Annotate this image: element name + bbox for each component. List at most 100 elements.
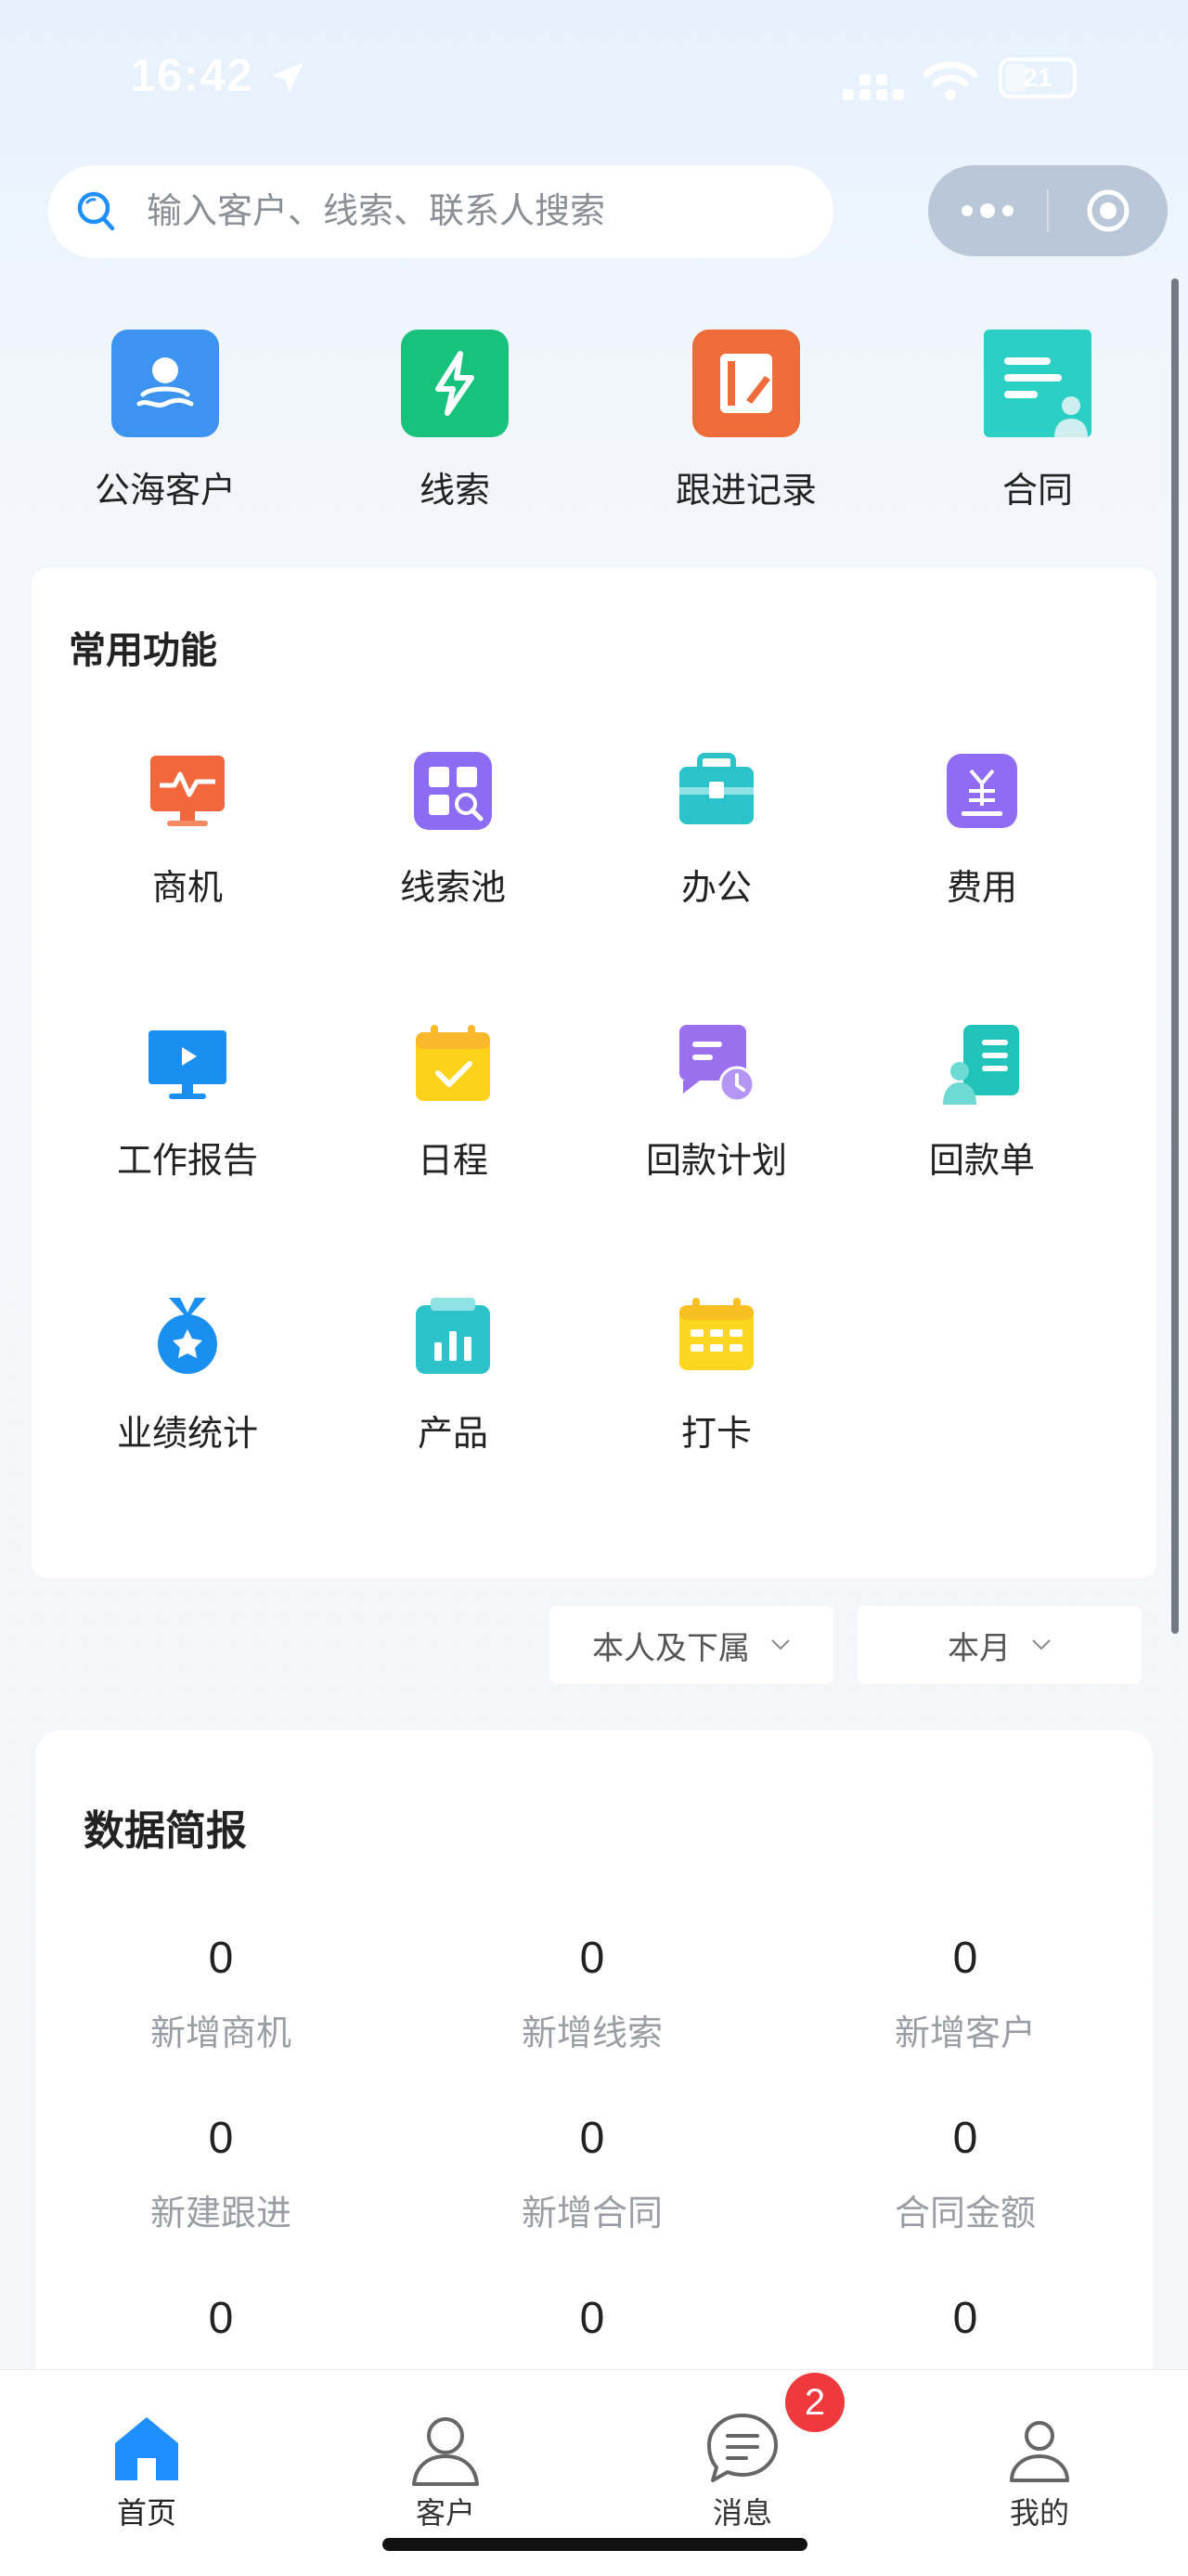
func-expense[interactable]: 费用 [889,750,1075,910]
quick-public-customer[interactable]: 公海客户 [72,330,258,512]
func-payment-receipt[interactable]: 回款单 [889,1023,1075,1183]
quick-label: 合同 [1001,472,1073,511]
signal-icon [843,74,904,100]
quick-leads[interactable]: 线索 [362,330,548,512]
stat-label: 新增合同 [521,2194,663,2233]
payment-receipt-icon [943,1025,1019,1105]
check-in-icon [679,1298,754,1370]
stat-value: 0 [579,1934,605,1983]
battery-indicator: 21 [999,58,1077,98]
func-schedule[interactable]: 日程 [360,1023,546,1183]
func-label: 办公 [680,869,752,908]
chevron-down-icon [1032,1639,1051,1650]
scrollbar[interactable] [1171,278,1179,1634]
payment-plan-icon [679,1025,755,1103]
stat-label: 新增商机 [149,2014,291,2053]
quick-follow-up[interactable]: 跟进记录 [653,330,839,512]
quick-label: 线索 [419,472,490,511]
stat-value: 0 [579,2294,605,2343]
func-label: 线索池 [399,869,506,908]
func-check-in[interactable]: 打卡 [624,1296,809,1456]
tab-label: 客户 [415,2496,475,2530]
scope-filter-value: 本人及下属 [592,1630,750,1666]
func-label: 费用 [946,869,1017,908]
close-mini-program-button[interactable] [1049,187,1168,235]
stat-item[interactable]: 0 [826,2293,1104,2344]
search-icon [77,191,115,231]
scope-filter-dropdown[interactable]: 本人及下属 [549,1606,833,1684]
period-filter-dropdown[interactable]: 本月 [858,1606,1142,1684]
medal-icon [158,1298,217,1374]
tab-label: 消息 [712,2496,772,2530]
quick-label: 公海客户 [94,472,236,511]
tab-customer[interactable]: 客户 [353,2410,538,2532]
tab-profile[interactable]: 我的 [947,2410,1132,2532]
func-label: 工作报告 [116,1142,258,1181]
stat-label: 新建跟进 [149,2194,291,2233]
stat-value: 0 [952,2114,978,2163]
stat-new-opportunities[interactable]: 0 新增商机 [82,1933,360,2055]
public-customer-icon [111,330,219,437]
search-input[interactable] [145,190,798,233]
stat-item[interactable]: 0 [453,2293,731,2344]
func-label: 产品 [417,1415,488,1454]
message-icon [707,2414,778,2482]
tab-label: 我的 [1009,2496,1069,2530]
stat-item[interactable]: 0 [82,2293,360,2344]
expense-icon [947,754,1017,828]
target-icon [1087,189,1130,232]
func-product[interactable]: 产品 [360,1296,546,1456]
stat-new-customers[interactable]: 0 新增客户 [826,1933,1104,2055]
business-chance-icon [150,756,225,826]
stat-value: 0 [208,2294,234,2343]
profile-icon [1010,2421,1069,2482]
home-indicator [382,2538,807,2551]
period-filter-value: 本月 [948,1630,1011,1666]
quick-contract[interactable]: 合同 [945,330,1130,512]
search-bar[interactable] [48,165,833,258]
chevron-down-icon [771,1639,790,1650]
func-office[interactable]: 办公 [624,750,809,910]
stat-new-follow-ups[interactable]: 0 新建跟进 [82,2113,360,2235]
stat-new-contracts[interactable]: 0 新增合同 [453,2113,731,2235]
schedule-icon [416,1025,490,1101]
func-business-chance[interactable]: 商机 [95,750,280,910]
stat-new-leads[interactable]: 0 新增线索 [453,1933,731,2055]
func-lead-pool[interactable]: 线索池 [360,750,546,910]
common-functions-title: 常用功能 [69,630,217,671]
stat-value: 0 [579,2114,605,2163]
stat-contract-amount[interactable]: 0 合同金额 [826,2113,1104,2235]
func-payment-plan[interactable]: 回款计划 [624,1023,809,1183]
func-label: 打卡 [680,1415,752,1454]
lead-pool-icon [414,752,492,830]
wifi-icon [923,61,978,100]
tab-home[interactable]: 首页 [54,2410,239,2532]
tab-label: 首页 [116,2496,176,2530]
stat-label: 新增客户 [894,2014,1036,2053]
stat-label: 合同金额 [894,2194,1036,2233]
stat-value: 0 [208,1934,234,1983]
more-button[interactable] [928,203,1047,218]
func-label: 回款单 [928,1142,1035,1181]
contract-icon [984,330,1091,437]
status-time: 16:42 [130,49,253,101]
func-label: 回款计划 [645,1142,787,1181]
notebook-icon [692,330,800,437]
message-count-badge: 2 [785,2373,845,2432]
stat-value: 0 [208,2114,234,2163]
data-report-title: 数据简报 [84,1808,247,1854]
home-icon [115,2417,178,2480]
briefcase-icon [679,753,754,824]
func-label: 业绩统计 [116,1415,258,1454]
func-work-report[interactable]: 工作报告 [95,1023,280,1183]
func-performance[interactable]: 业绩统计 [95,1296,280,1456]
lightning-icon [401,330,509,437]
battery-level: 21 [1023,63,1052,92]
product-icon [416,1298,490,1374]
stat-label: 新增线索 [521,2014,663,2053]
location-arrow-icon [272,62,303,93]
customer-icon [412,2417,479,2486]
stat-value: 0 [952,2294,978,2343]
func-label: 日程 [417,1142,488,1181]
mini-program-capsule [928,165,1168,256]
